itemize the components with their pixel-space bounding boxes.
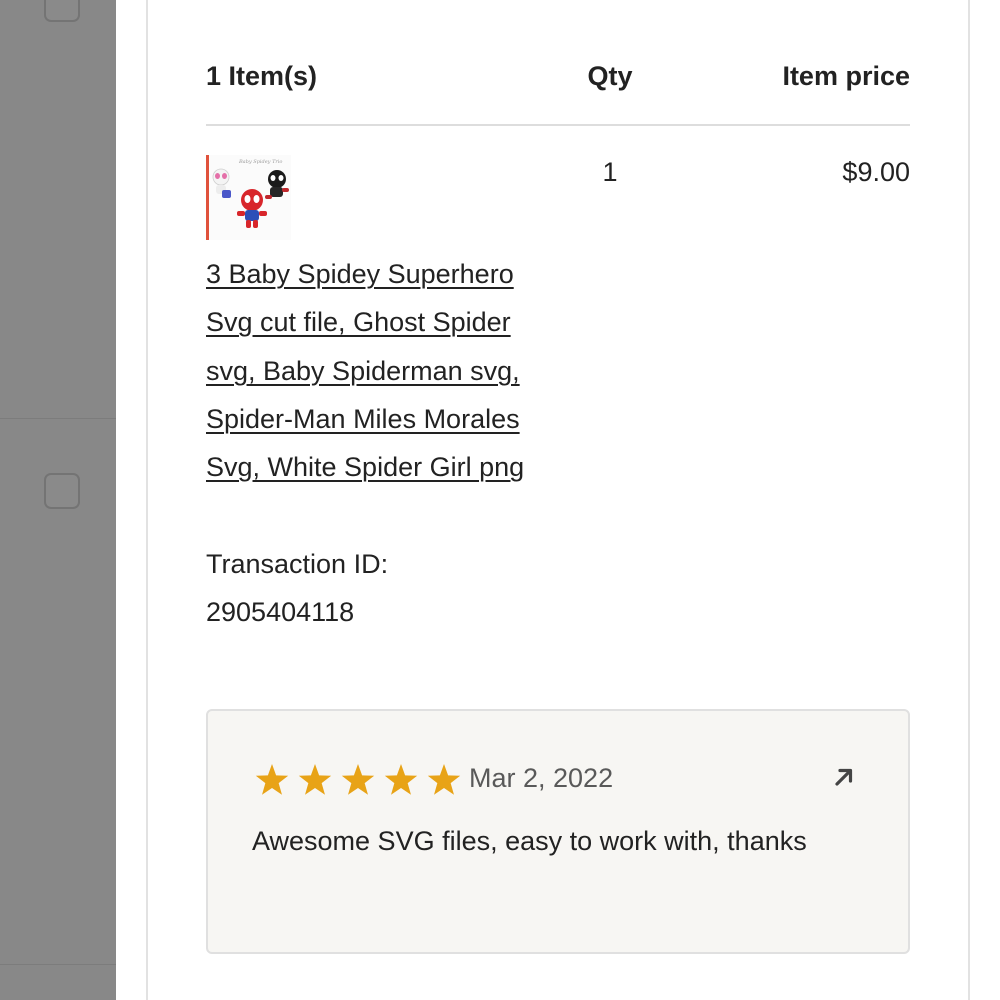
order-details-screen: 1 Item(s) Qty Item price Baby Spidey Tri… (0, 0, 1000, 1000)
spidey-thumbnail-illustration: Baby Spidey Trio (212, 159, 289, 228)
thumbnail-caption: Baby Spidey Trio (238, 159, 282, 165)
star-rating (254, 760, 469, 800)
order-list-divider (0, 418, 116, 419)
item-thumbnail[interactable]: Baby Spidey Trio (206, 155, 291, 240)
star-icon (384, 764, 418, 795)
review-text: Awesome SVG files, easy to work with, th… (252, 826, 807, 856)
items-count-header: 1 Item(s) (206, 61, 318, 91)
header-divider (206, 124, 910, 126)
transaction-info: Transaction ID: 2905404118 (206, 540, 546, 637)
order-list-divider (0, 964, 116, 965)
star-icon (298, 764, 332, 795)
order-select-checkbox[interactable] (44, 473, 80, 509)
transaction-id: 2905404118 (206, 597, 355, 628)
dimmed-order-list (0, 0, 116, 1000)
review-date: Mar 2, 2022 (469, 763, 614, 793)
item-price-header: Item price (782, 61, 910, 91)
item-price: $9.00 (842, 157, 910, 187)
arrow-up-right-icon[interactable] (830, 763, 858, 791)
item-title-link[interactable]: 3 Baby Spidey Superhero Svg cut file, Gh… (206, 250, 546, 491)
qty-header: Qty (587, 61, 633, 91)
transaction-label: Transaction ID: (206, 549, 389, 579)
order-select-checkbox[interactable] (44, 0, 80, 22)
star-icon (341, 764, 375, 795)
item-qty: 1 (602, 157, 618, 187)
star-icon (255, 764, 289, 795)
star-icon (427, 764, 461, 795)
